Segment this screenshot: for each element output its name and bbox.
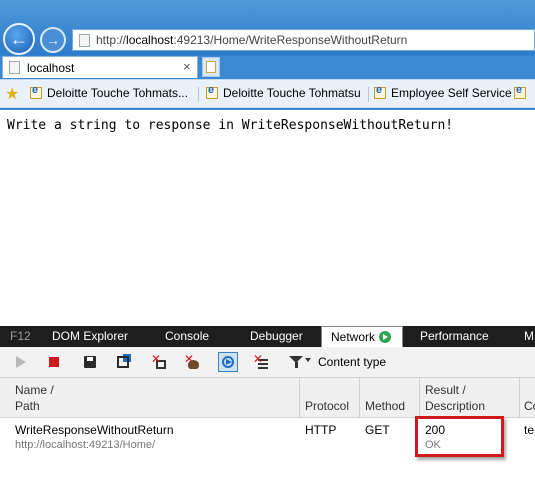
clear-entries-icon[interactable] <box>253 352 269 370</box>
tab-dom-explorer[interactable]: DOM Explorer <box>52 326 128 347</box>
highlight-annotation <box>415 416 504 457</box>
favorites-bar: ★ Deloitte Touche Tohmats... Deloitte To… <box>0 79 535 108</box>
stop-capture-icon[interactable] <box>46 354 62 370</box>
column-header-name[interactable]: Name / Path <box>0 378 300 418</box>
table-header: Name / Path Protocol Method Result / Des… <box>0 378 535 418</box>
address-bar[interactable]: http://localhost:49213/Home/WriteRespons… <box>72 29 535 51</box>
favorite-item[interactable]: Deloitte Touche Tohmats... <box>30 84 188 100</box>
forward-arrow-icon: → <box>46 32 60 48</box>
browser-chrome: ← → http://localhost:49213/Home/WriteRes… <box>0 0 535 110</box>
request-content-type: te <box>524 423 535 437</box>
tab-debugger[interactable]: Debugger <box>250 326 303 347</box>
tab-memory[interactable]: M <box>524 326 534 347</box>
column-header-method[interactable]: Method <box>360 378 420 418</box>
forward-button[interactable]: → <box>40 27 66 53</box>
tab-network[interactable]: Network <box>321 326 403 347</box>
request-name: WriteResponseWithoutReturn <box>15 423 174 437</box>
devtools-label: F12 <box>10 329 31 343</box>
back-button[interactable]: ← <box>3 23 35 55</box>
back-arrow-icon: ← <box>10 29 28 49</box>
content-type-filter[interactable]: Content type <box>318 355 386 369</box>
clear-session-icon[interactable] <box>151 352 167 370</box>
favorite-item[interactable]: Employee Self Service <box>374 84 512 100</box>
filter-icon[interactable] <box>288 354 304 370</box>
ie-page-icon <box>30 84 42 99</box>
column-header-content-type[interactable]: Co <box>520 378 535 418</box>
ie-page-icon <box>374 84 386 99</box>
favorite-item[interactable]: Deloitte Touche Tohmatsu <box>206 84 361 100</box>
network-toolbar: Content type <box>0 347 535 378</box>
clear-cache-icon[interactable] <box>184 352 200 370</box>
url-host: localhost <box>126 33 174 47</box>
tab-console[interactable]: Console <box>165 326 209 347</box>
page-icon <box>79 34 90 47</box>
address-url: http://localhost:49213/Home/WriteRespons… <box>96 33 407 47</box>
column-header-label: Description <box>425 399 486 413</box>
browser-tab-localhost[interactable]: localhost × <box>2 56 198 78</box>
column-header-label: Protocol <box>305 399 350 413</box>
column-header-protocol[interactable]: Protocol <box>300 378 360 418</box>
favorite-label: Employee Self Service <box>391 86 512 100</box>
url-path: :49213/Home/WriteResponseWithoutReturn <box>173 33 408 47</box>
always-refresh-icon[interactable] <box>218 352 238 372</box>
response-text: Write a string to response in WriteRespo… <box>7 118 454 133</box>
request-protocol: HTTP <box>305 423 337 437</box>
new-tab-icon <box>206 61 216 73</box>
column-header-label: Result / <box>425 383 466 397</box>
favorites-divider <box>198 87 199 102</box>
tab-page-icon <box>9 61 20 74</box>
column-header-label: Name / <box>15 383 54 397</box>
new-tab-button[interactable] <box>202 57 220 77</box>
chevron-down-icon[interactable] <box>305 358 311 362</box>
devtools-tab-bar: F12 DOM Explorer Console Debugger Networ… <box>0 326 535 347</box>
column-header-label: Method <box>365 399 406 413</box>
tab-strip: localhost × <box>0 55 535 78</box>
ie-page-icon <box>514 84 526 99</box>
tab-close-icon[interactable]: × <box>183 59 191 74</box>
tab-title: localhost <box>27 61 75 75</box>
tab-performance[interactable]: Performance <box>420 326 489 347</box>
start-capture-icon[interactable] <box>13 354 29 370</box>
export-icon[interactable] <box>116 354 132 370</box>
column-header-label: Path <box>15 399 40 413</box>
ie-page-icon <box>206 84 218 99</box>
favorite-label: Deloitte Touche Tohmats... <box>47 86 188 100</box>
column-header-result[interactable]: Result / Description <box>420 378 520 418</box>
request-path: http://localhost:49213/Home/ <box>15 439 156 451</box>
favorites-divider <box>368 87 369 102</box>
request-method: GET <box>365 423 390 437</box>
record-indicator-icon <box>379 331 392 343</box>
tab-network-label: Network <box>331 330 376 344</box>
save-icon[interactable] <box>82 354 98 370</box>
column-header-label: Co <box>524 399 535 413</box>
favorite-item[interactable] <box>514 84 531 100</box>
favorite-label: Deloitte Touche Tohmatsu <box>223 86 361 100</box>
favorites-star-icon[interactable]: ★ <box>5 84 19 104</box>
url-scheme: http:// <box>96 33 127 47</box>
